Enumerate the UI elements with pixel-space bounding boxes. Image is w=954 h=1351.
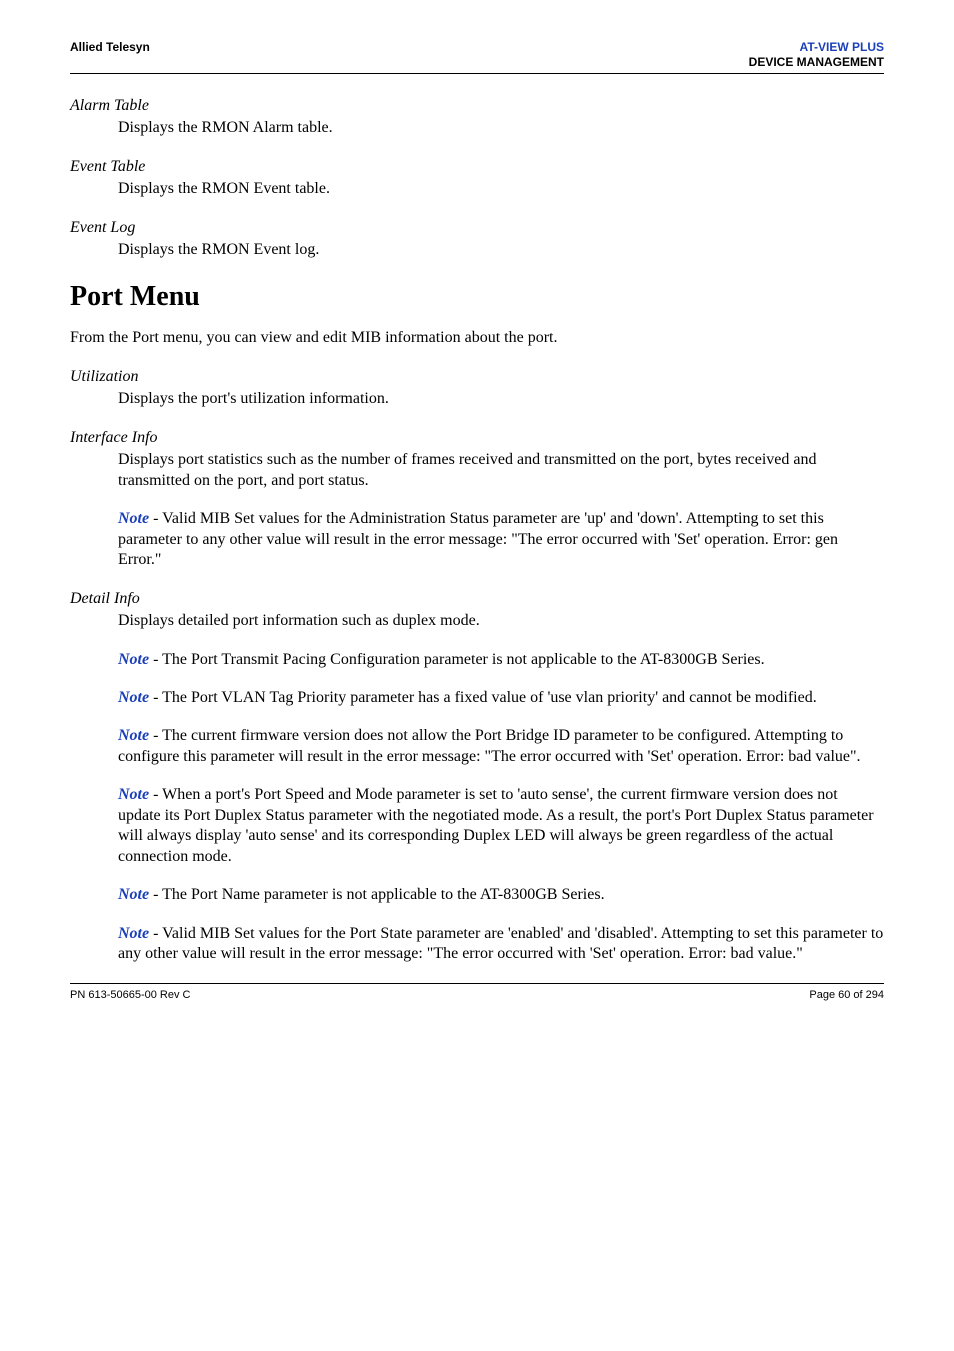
interface-info-title: Interface Info — [70, 428, 884, 448]
page-footer: PN 613-50665-00 Rev C Page 60 of 294 — [70, 988, 884, 1002]
detail-info-note6: Note - Valid MIB Set values for the Port… — [118, 924, 884, 965]
note-text: - Valid MIB Set values for the Administr… — [118, 510, 838, 568]
note-text: - Valid MIB Set values for the Port Stat… — [118, 925, 883, 962]
interface-info-body: Displays port statistics such as the num… — [118, 450, 884, 491]
detail-info-note5: Note - The Port Name parameter is not ap… — [118, 885, 884, 905]
header-product: AT-VIEW PLUS — [749, 40, 884, 55]
alarm-table-body: Displays the RMON Alarm table. — [118, 118, 884, 138]
header-section: DEVICE MANAGEMENT — [749, 55, 884, 70]
note-text: - The Port Name parameter is not applica… — [149, 886, 604, 903]
note-text: - When a port's Port Speed and Mode para… — [118, 786, 874, 864]
header-left: Allied Telesyn — [70, 40, 150, 55]
note-text: - The Port Transmit Pacing Configuration… — [149, 651, 764, 668]
note-text: - The Port VLAN Tag Priority parameter h… — [149, 689, 817, 706]
event-table-body: Displays the RMON Event table. — [118, 179, 884, 199]
footer-right: Page 60 of 294 — [809, 988, 884, 1002]
footer-left: PN 613-50665-00 Rev C — [70, 988, 190, 1002]
detail-info-note4: Note - When a port's Port Speed and Mode… — [118, 785, 884, 867]
detail-info-title: Detail Info — [70, 589, 884, 609]
note-label: Note — [118, 786, 149, 803]
event-table-title: Event Table — [70, 157, 884, 177]
detail-info-body: Displays detailed port information such … — [118, 611, 884, 631]
interface-info-note1: Note - Valid MIB Set values for the Admi… — [118, 509, 884, 570]
intro-paragraph: From the Port menu, you can view and edi… — [70, 328, 884, 348]
utilization-title: Utilization — [70, 367, 884, 387]
event-log-title: Event Log — [70, 218, 884, 238]
detail-info-note1: Note - The Port Transmit Pacing Configur… — [118, 650, 884, 670]
page-header: Allied Telesyn AT-VIEW PLUS DEVICE MANAG… — [70, 40, 884, 71]
note-label: Note — [118, 689, 149, 706]
note-text: - The current firmware version does not … — [118, 727, 861, 764]
note-label: Note — [118, 510, 149, 527]
detail-info-note2: Note - The Port VLAN Tag Priority parame… — [118, 688, 884, 708]
note-label: Note — [118, 651, 149, 668]
footer-divider — [70, 983, 884, 984]
header-right: AT-VIEW PLUS DEVICE MANAGEMENT — [749, 40, 884, 71]
note-label: Note — [118, 727, 149, 744]
event-log-body: Displays the RMON Event log. — [118, 240, 884, 260]
detail-info-note3: Note - The current firmware version does… — [118, 726, 884, 767]
note-label: Note — [118, 886, 149, 903]
alarm-table-title: Alarm Table — [70, 96, 884, 116]
header-divider — [70, 73, 884, 74]
page-heading: Port Menu — [70, 279, 884, 315]
utilization-body: Displays the port's utilization informat… — [118, 389, 884, 409]
note-label: Note — [118, 925, 149, 942]
